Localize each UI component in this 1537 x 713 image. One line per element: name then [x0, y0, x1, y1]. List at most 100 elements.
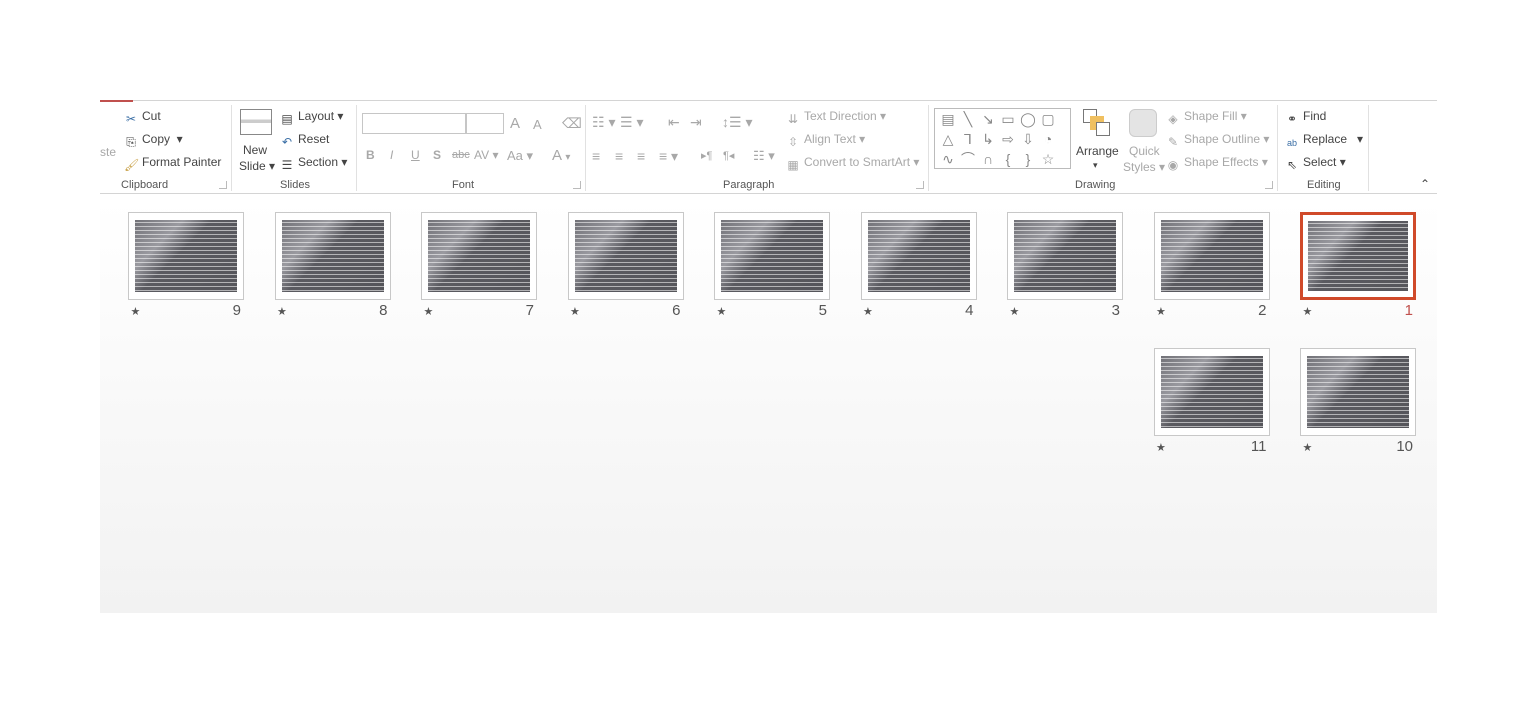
quick-styles-button[interactable]: Styles ▾ [1123, 160, 1165, 174]
font-name-input[interactable] [362, 113, 466, 134]
section-button[interactable]: ☰ Section ▾ [280, 155, 348, 172]
slide-preview[interactable] [421, 212, 537, 300]
new-slide-dropdown[interactable]: Slide ▾ [239, 159, 275, 173]
slide-thumbnail-6[interactable]: ★ 6 [537, 212, 684, 348]
slide-preview[interactable] [714, 212, 830, 300]
slide-preview[interactable] [1300, 348, 1416, 436]
slide-thumbnail-7[interactable]: ★ 7 [391, 212, 537, 348]
replace-button[interactable]: ab Replace ▾ [1285, 132, 1363, 150]
curve-shape[interactable]: ∩ [978, 149, 998, 169]
elbow-arrow-shape[interactable]: ↳ [978, 129, 998, 149]
shape-fill-button[interactable]: ◈ Shape Fill ▾ [1166, 109, 1246, 126]
paste-button[interactable]: ste [100, 145, 116, 159]
slide-number: 7 [525, 302, 534, 319]
right-arrow-shape[interactable]: ⇨ [998, 129, 1018, 149]
shape-fill-label: Shape Fill [1184, 109, 1238, 123]
triangle-shape[interactable]: △ [938, 129, 958, 149]
align-left-button[interactable]: ≡ [592, 148, 600, 164]
align-text-button[interactable]: ⇳ Align Text ▾ [786, 132, 865, 149]
slide-preview[interactable] [1153, 348, 1270, 436]
slide-preview[interactable] [860, 212, 977, 300]
shapes-gallery[interactable]: ▤ ╲ ↘ ▭ ◯ ▢ △ ⅂ ↳ ⇨ ⇩ ◔ ∿ ⌒ ∩{} ☆ [934, 108, 1071, 169]
select-button[interactable]: ⇖ Select ▾ [1285, 155, 1346, 172]
bullets-button[interactable]: ☷ ▾ [592, 114, 615, 131]
slide-preview[interactable] [1300, 212, 1416, 300]
rtl-button[interactable]: ¶◂ [723, 149, 734, 162]
slide-preview[interactable] [128, 212, 244, 300]
find-button[interactable]: ⚭ Find [1285, 109, 1326, 126]
oval-shape[interactable]: ◯ [1018, 109, 1038, 129]
font-launcher[interactable] [573, 181, 581, 189]
left-brace-shape[interactable]: { [998, 149, 1018, 169]
down-arrow-shape[interactable]: ⇩ [1018, 129, 1038, 149]
slide-thumbnail-3[interactable]: ★ 3 [977, 212, 1123, 348]
shadow-button[interactable]: S [433, 148, 441, 162]
italic-button[interactable]: I [390, 148, 393, 162]
format-painter-button[interactable]: 🖌 Format Painter [124, 155, 221, 172]
quick-styles-label[interactable]: Quick [1129, 144, 1160, 158]
justify-button[interactable]: ≡ ▾ [659, 148, 678, 165]
layout-button[interactable]: ▤ Layout ▾ [280, 109, 343, 126]
drawing-launcher[interactable] [1265, 181, 1273, 189]
new-slide-label-2: Slide [239, 159, 266, 173]
slide-thumbnail-2[interactable]: ★ 2 [1123, 212, 1270, 348]
slide-thumbnail-1[interactable]: ★ 1 [1270, 212, 1416, 348]
arc-shape[interactable]: ⌒ [958, 149, 978, 169]
ltr-button[interactable]: ▸¶ [701, 149, 712, 162]
underline-button[interactable]: U [411, 148, 420, 162]
line-spacing-button[interactable]: ↕☰ ▾ [722, 114, 752, 131]
character-spacing-button[interactable]: AV ▾ [474, 148, 498, 162]
decrease-indent-button[interactable]: ⇤ [668, 114, 680, 131]
columns-button[interactable]: ☷ ▾ [753, 148, 775, 164]
animation-star-icon: ★ [1156, 306, 1166, 318]
shape-effects-button[interactable]: ◉ Shape Effects ▾ [1166, 155, 1268, 172]
shape-outline-button[interactable]: ✎ Shape Outline ▾ [1166, 132, 1269, 149]
font-size-input[interactable] [466, 113, 504, 134]
freeform-shape[interactable]: ∿ [938, 149, 958, 169]
snip-shape[interactable]: ◔ [1038, 129, 1058, 149]
increase-indent-button[interactable]: ⇥ [690, 114, 702, 131]
slide-thumbnail-4[interactable]: ★ 4 [830, 212, 977, 348]
shrink-font-button[interactable]: A [533, 117, 542, 132]
arrange-dropdown[interactable]: ▾ [1093, 160, 1098, 171]
slide-thumbnail-10[interactable]: ★ 10 [1270, 348, 1416, 484]
clipboard-launcher[interactable] [219, 181, 227, 189]
numbering-button[interactable]: ☰ ▾ [620, 114, 643, 131]
slide-preview[interactable] [1153, 212, 1270, 300]
strikethrough-button[interactable]: abc [452, 149, 470, 161]
text-direction-button[interactable]: ⇊ Text Direction ▾ [786, 109, 886, 126]
slide-thumbnail-5[interactable]: ★ 5 [684, 212, 830, 348]
slide-thumbnail-8[interactable]: ★ 8 [244, 212, 391, 348]
star-shape[interactable]: ☆ [1038, 149, 1058, 169]
rounded-rect-shape[interactable]: ▢ [1038, 109, 1058, 129]
slide-thumbnail-11[interactable]: ★ 11 [1123, 348, 1270, 484]
reset-button[interactable]: ↶ Reset [280, 132, 329, 149]
slide-preview[interactable] [567, 212, 684, 300]
arrange-button[interactable]: Arrange [1076, 144, 1119, 158]
slide-preview[interactable] [274, 212, 391, 300]
paragraph-launcher[interactable] [916, 181, 924, 189]
align-right-button[interactable]: ≡ [637, 148, 645, 164]
font-color-button[interactable]: A ▾ [552, 147, 570, 164]
new-slide-label[interactable]: New [243, 143, 267, 157]
cut-button[interactable]: ✂ Cut [124, 109, 161, 126]
shape-effects-icon: ◉ [1167, 158, 1179, 172]
slide-preview[interactable] [1007, 212, 1123, 300]
clear-formatting-icon[interactable]: ⌫ [562, 115, 582, 132]
grow-font-button[interactable]: A [510, 115, 520, 132]
textbox-shape[interactable]: ▤ [938, 109, 958, 129]
copy-button[interactable]: ⎘ Copy ▾ [124, 132, 183, 149]
right-brace-shape[interactable]: } [1018, 149, 1038, 169]
new-slide-icon[interactable] [240, 109, 272, 135]
align-center-button[interactable]: ≡ [615, 148, 623, 164]
convert-smartart-button[interactable]: ▦ Convert to SmartArt ▾ [786, 155, 919, 172]
collapse-ribbon-icon[interactable]: ⌃ [1420, 177, 1430, 191]
arrow-line-shape[interactable]: ↘ [978, 109, 998, 129]
slide-thumbnail-9[interactable]: ★ 9 [98, 212, 244, 348]
change-case-button[interactable]: Aa ▾ [507, 148, 533, 164]
bold-button[interactable]: B [366, 148, 375, 162]
elbow-connector-shape[interactable]: ⅂ [958, 129, 978, 149]
reset-icon: ↶ [281, 135, 293, 149]
rectangle-shape[interactable]: ▭ [998, 109, 1018, 129]
line-shape[interactable]: ╲ [958, 109, 978, 129]
